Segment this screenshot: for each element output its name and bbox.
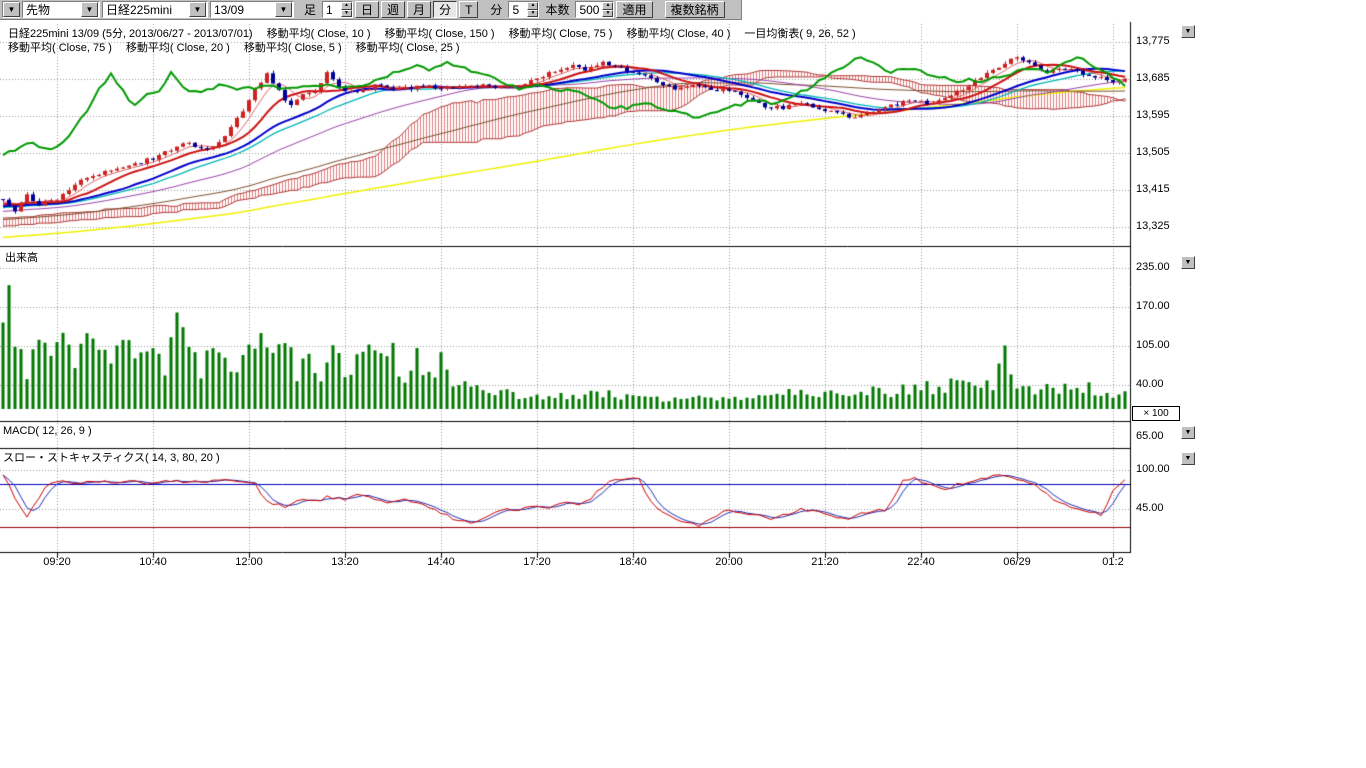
price-axis-label: 13,415 [1136,183,1170,195]
stoch-axis-label: 45.00 [1136,502,1164,514]
symbol-value: 日経225mini [103,1,189,18]
volume-axis-label: 40.00 [1136,378,1164,390]
volume-pane-menu-button[interactable]: ▼ [1181,256,1195,269]
time-axis-label: 06/29 [999,556,1035,568]
apply-button[interactable]: 適用 [616,1,652,18]
price-axis-label: 13,505 [1136,146,1170,158]
indicator-label: 移動平均( Close, 20 ) [126,42,230,54]
volume-axis-label: 170.00 [1136,300,1170,312]
indicator-label: 移動平均( Close, 75 ) [8,42,112,54]
minute-value: 5 [509,2,527,17]
price-axis-label: 13,595 [1136,109,1170,121]
period-month-button[interactable]: 月 [407,1,431,18]
volume-pane-label: 出来高 [5,249,38,265]
bar-count-value: 500 [576,2,602,17]
chevron-down-icon: ▼ [1185,28,1192,35]
indicator-label: 移動平均( Close, 40 ) [626,28,730,40]
spinner-up-icon[interactable]: ▲ [341,2,352,10]
chevron-down-icon: ▼ [1185,259,1192,266]
bar-count-stepper[interactable]: 500 ▲▼ [575,1,614,18]
chevron-down-icon: ▼ [1185,455,1192,462]
multi-symbol-button[interactable]: 複数銘柄 [665,1,725,18]
period-tick-button[interactable]: T [459,1,478,18]
indicator-label: 移動平均( Close, 5 ) [244,42,342,54]
bar-interval-stepper[interactable]: 1 ▲▼ [322,1,353,18]
stoch-pane-menu-button[interactable]: ▼ [1181,452,1195,465]
bar-type-label: 足 [304,1,316,18]
period-day-button[interactable]: 日 [355,1,379,18]
macd-pane-menu-button[interactable]: ▼ [1181,426,1195,439]
symbol-select[interactable]: 日経225mini ▼ [102,1,208,18]
time-axis-label: 13:20 [327,556,363,568]
spinner-up-icon[interactable]: ▲ [527,2,538,10]
chart-application-window: ▼ 先物 ▼ 日経225mini ▼ 13/09 ▼ 足 1 ▲▼ 日 週 月 … [0,0,1366,768]
bar-interval-value: 1 [323,2,341,17]
time-axis-label: 12:00 [231,556,267,568]
chevron-down-icon: ▼ [3,2,20,17]
price-axis-label: 13,325 [1136,220,1170,232]
price-pane-menu-button[interactable]: ▼ [1181,25,1195,38]
toolbar: ▼ 先物 ▼ 日経225mini ▼ 13/09 ▼ 足 1 ▲▼ 日 週 月 … [0,0,742,20]
price-axis-label: 13,775 [1136,35,1170,47]
time-axis-label: 20:00 [711,556,747,568]
price-axis-label: 13,685 [1136,72,1170,84]
chart-plot-area[interactable] [0,20,1200,565]
chevron-down-icon: ▼ [81,2,98,17]
indicator-label: 一目均衡表( 9, 26, 52 ) [744,28,855,40]
time-axis-label: 18:40 [615,556,651,568]
stochastics-pane-label: スロー・ストキャスティクス( 14, 3, 80, 20 ) [3,449,220,465]
volume-axis-label: 105.00 [1136,339,1170,351]
period-week-button[interactable]: 週 [381,1,405,18]
time-axis-label: 21:20 [807,556,843,568]
contract-month-value: 13/09 [211,3,275,17]
minute-label: 分 [490,1,502,18]
time-axis-label: 01:2 [1095,556,1131,568]
macd-axis-label: 65.00 [1136,430,1164,442]
contract-month-select[interactable]: 13/09 ▼ [210,1,294,18]
indicator-label: 移動平均( Close, 75 ) [509,28,613,40]
mini-dropdown[interactable]: ▼ [2,1,20,18]
time-axis-label: 14:40 [423,556,459,568]
time-axis-label: 09:20 [39,556,75,568]
stoch-axis-label: 100.00 [1136,463,1170,475]
chevron-down-icon: ▼ [275,2,292,17]
instrument-type-select[interactable]: 先物 ▼ [22,1,100,18]
instrument-type-value: 先物 [23,1,81,18]
time-axis-label: 10:40 [135,556,171,568]
period-minute-button[interactable]: 分 [433,1,457,18]
spinner-down-icon[interactable]: ▼ [602,10,613,18]
chevron-down-icon: ▼ [1185,429,1192,436]
macd-pane-label: MACD( 12, 26, 9 ) [3,425,92,437]
spinner-up-icon[interactable]: ▲ [602,2,613,10]
chevron-down-icon: ▼ [189,2,206,17]
time-axis-label: 22:40 [903,556,939,568]
volume-multiplier-box: × 100 [1132,406,1180,421]
time-axis-label: 17:20 [519,556,555,568]
volume-axis-label: 235.00 [1136,261,1170,273]
spinner-down-icon[interactable]: ▼ [527,10,538,18]
spinner-down-icon[interactable]: ▼ [341,10,352,18]
minute-stepper[interactable]: 5 ▲▼ [508,1,539,18]
chart-header-row2: 移動平均( Close, 75 ) 移動平均( Close, 20 ) 移動平均( … [8,39,474,55]
indicator-label: 移動平均( Close, 25 ) [356,42,460,54]
bar-count-label: 本数 [545,1,569,18]
